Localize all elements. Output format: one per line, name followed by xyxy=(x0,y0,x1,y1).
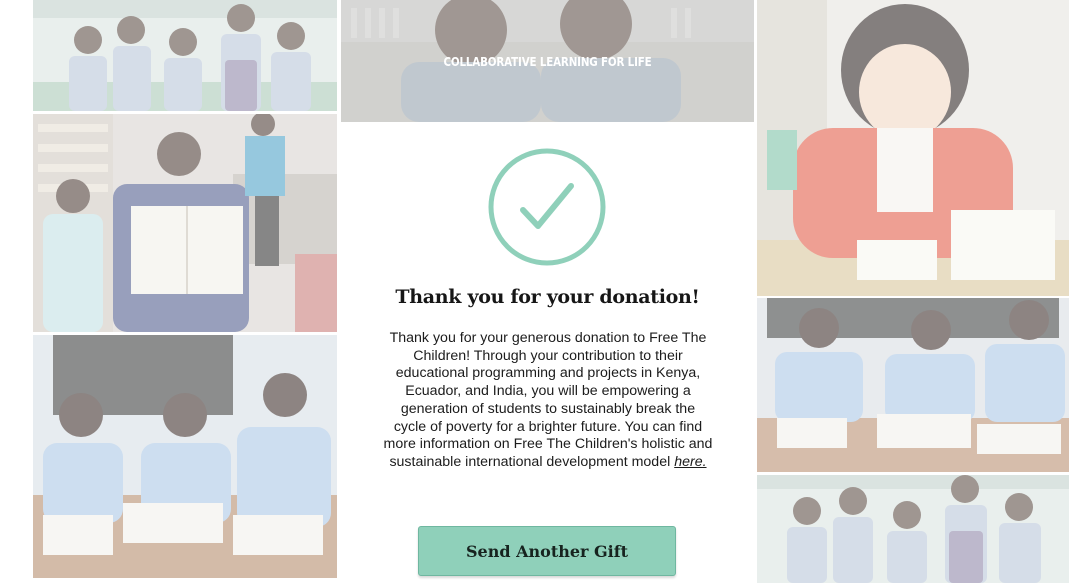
photo-students-writing-at-desk xyxy=(33,335,337,578)
checkmark-circle-icon xyxy=(486,146,608,268)
banner-image: COLLABORATIVE LEARNING FOR LIFE xyxy=(341,0,754,122)
banner-tagline: COLLABORATIVE LEARNING FOR LIFE xyxy=(443,55,652,69)
send-another-gift-button[interactable]: Send Another Gift xyxy=(418,526,676,576)
thank-you-message-text: Thank you for your generous donation to … xyxy=(383,330,713,470)
page-title: Thank you for your donation! xyxy=(395,286,700,308)
photo-students-in-classroom xyxy=(757,298,1069,472)
more-info-link[interactable]: here. xyxy=(674,454,706,470)
photo-group-of-students-repeat xyxy=(757,475,1069,583)
photo-student-holding-book xyxy=(33,114,337,332)
photo-girl-writing xyxy=(757,0,1069,296)
thank-you-message: Thank you for your generous donation to … xyxy=(383,330,713,472)
photo-group-of-students xyxy=(33,0,337,111)
